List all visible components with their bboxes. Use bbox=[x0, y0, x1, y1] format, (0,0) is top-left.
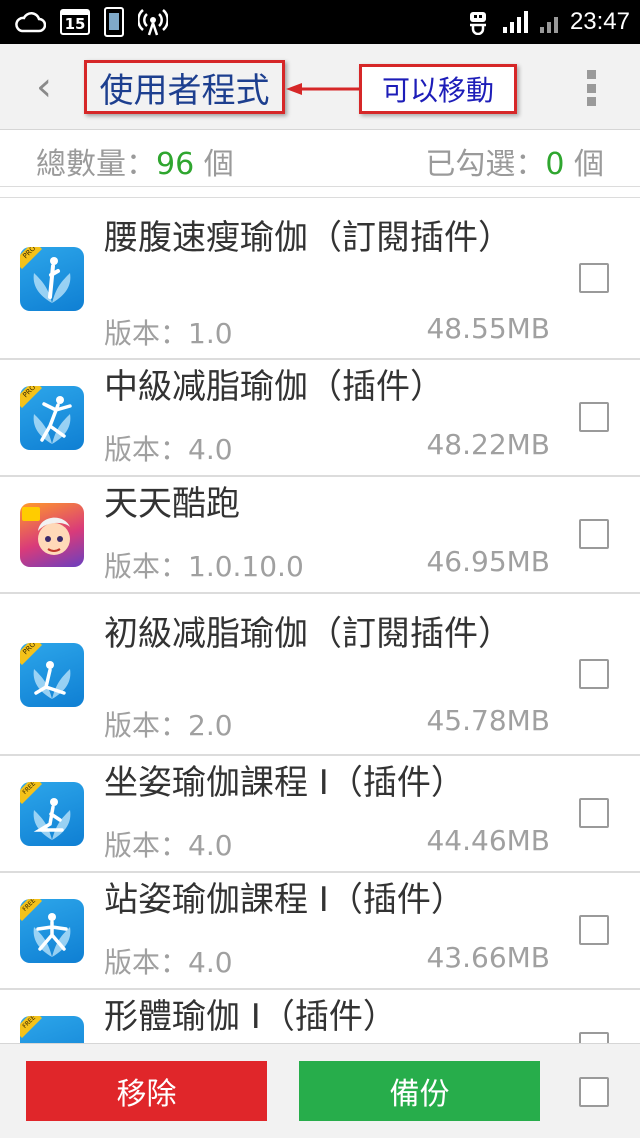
menu-dot bbox=[586, 70, 596, 79]
app-name: 站姿瑜伽課程 I（插件） bbox=[104, 880, 465, 920]
yoga-app-icon: FREE bbox=[20, 899, 84, 963]
select-checkbox[interactable] bbox=[579, 915, 609, 945]
select-checkbox[interactable] bbox=[579, 659, 609, 689]
app-size: 43.66MB bbox=[426, 941, 550, 974]
status-bar-left: 15 bbox=[14, 6, 168, 38]
app-name: 形體瑜伽 I（插件） bbox=[104, 997, 397, 1037]
list-item[interactable]: FREE 坐姿瑜伽課程 I（插件） 版本：4.0 44.46MB bbox=[0, 756, 640, 873]
bottom-action-bar: 移除 備份 bbox=[0, 1043, 640, 1138]
phone-device-icon bbox=[104, 7, 124, 37]
app-name: 天天酷跑 bbox=[104, 484, 240, 524]
total-unit: 個 bbox=[203, 147, 234, 182]
list-item[interactable]: 天天酷跑 版本：1.0.10.0 46.95MB bbox=[0, 477, 640, 594]
select-checkbox[interactable] bbox=[579, 798, 609, 828]
calendar-icon: 15 bbox=[60, 9, 90, 35]
app-name: 中級减脂瑜伽（插件） bbox=[104, 367, 444, 407]
app-name: 坐姿瑜伽課程 I（插件） bbox=[104, 763, 465, 803]
app-size: 48.22MB bbox=[426, 428, 550, 461]
back-button[interactable]: ‹ bbox=[22, 62, 66, 112]
select-checkbox[interactable] bbox=[579, 402, 609, 432]
menu-dot bbox=[586, 97, 596, 106]
annotation-label: 可以移動 bbox=[359, 64, 517, 114]
header-bar: ‹ 使用者程式 可以移動 bbox=[0, 44, 640, 130]
page-title: 使用者程式 bbox=[84, 60, 285, 114]
wifi-hotspot-icon bbox=[138, 8, 168, 36]
app-version: 版本：4.0 bbox=[104, 946, 233, 979]
status-bar: 15 23:47 bbox=[0, 0, 640, 44]
yoga-app-icon: PRO bbox=[20, 643, 84, 707]
app-size: 46.95MB bbox=[426, 545, 550, 578]
select-all-checkbox[interactable] bbox=[579, 1077, 609, 1107]
selected-unit: 個 bbox=[574, 147, 604, 182]
app-size: 44.46MB bbox=[426, 824, 550, 857]
total-label: 總數量： bbox=[36, 147, 156, 182]
app-version: 版本：1.0.10.0 bbox=[104, 550, 304, 583]
list-item[interactable]: FREE 站姿瑜伽課程 I（插件） 版本：4.0 43.66MB bbox=[0, 873, 640, 990]
no-signal-icon bbox=[539, 11, 558, 33]
selected-label: 已勾選： bbox=[425, 147, 546, 182]
backup-button[interactable]: 備份 bbox=[299, 1061, 540, 1121]
remove-button[interactable]: 移除 bbox=[26, 1061, 267, 1121]
list-item[interactable]: FREE 形體瑜伽 I（插件） bbox=[0, 990, 640, 1043]
total-count: 96 bbox=[156, 147, 195, 182]
yoga-app-icon: PRO bbox=[20, 386, 84, 450]
app-size: 45.78MB bbox=[426, 704, 550, 737]
app-name: 腰腹速瘦瑜伽（訂閱插件） bbox=[104, 218, 512, 258]
usb-icon bbox=[465, 9, 491, 35]
yoga-app-icon: FREE bbox=[20, 1016, 84, 1043]
annotation-arrow bbox=[286, 83, 360, 95]
list-item[interactable]: PRO 中級减脂瑜伽（插件） 版本：4.0 48.22MB bbox=[0, 360, 640, 477]
select-checkbox[interactable] bbox=[579, 263, 609, 293]
yoga-app-icon: PRO bbox=[20, 247, 84, 311]
app-name: 初級减脂瑜伽（訂閱插件） bbox=[104, 614, 512, 654]
app-version: 版本：4.0 bbox=[104, 433, 233, 466]
app-list[interactable]: PRO 腰腹速瘦瑜伽（訂閱插件） 版本：1.0 48.55MB PRO 中級减脂… bbox=[0, 197, 640, 1043]
total-count-summary: 總數量：96 個 bbox=[36, 139, 234, 183]
signal-icon bbox=[502, 11, 528, 33]
summary-bar: 總數量：96 個 已勾選：0 個 bbox=[0, 131, 640, 187]
yoga-app-icon: FREE bbox=[20, 782, 84, 846]
app-size: 48.55MB bbox=[426, 312, 550, 345]
game-app-icon bbox=[20, 503, 84, 567]
overflow-menu-button[interactable] bbox=[578, 66, 604, 110]
app-version: 版本：4.0 bbox=[104, 829, 233, 862]
select-checkbox[interactable] bbox=[579, 519, 609, 549]
selected-count: 0 bbox=[545, 147, 565, 182]
app-version: 版本：1.0 bbox=[104, 317, 233, 350]
list-item[interactable]: PRO 初級减脂瑜伽（訂閱插件） 版本：2.0 45.78MB bbox=[0, 594, 640, 756]
list-item[interactable]: PRO 腰腹速瘦瑜伽（訂閱插件） 版本：1.0 48.55MB bbox=[0, 198, 640, 360]
cloud-icon bbox=[14, 11, 46, 33]
select-checkbox[interactable] bbox=[579, 1032, 609, 1043]
status-bar-right: 23:47 bbox=[465, 6, 630, 38]
selected-count-summary: 已勾選：0 個 bbox=[425, 139, 604, 183]
app-version: 版本：2.0 bbox=[104, 709, 233, 742]
chevron-left-icon: ‹ bbox=[36, 64, 52, 110]
menu-dot bbox=[586, 83, 596, 93]
status-time: 23:47 bbox=[569, 8, 630, 35]
